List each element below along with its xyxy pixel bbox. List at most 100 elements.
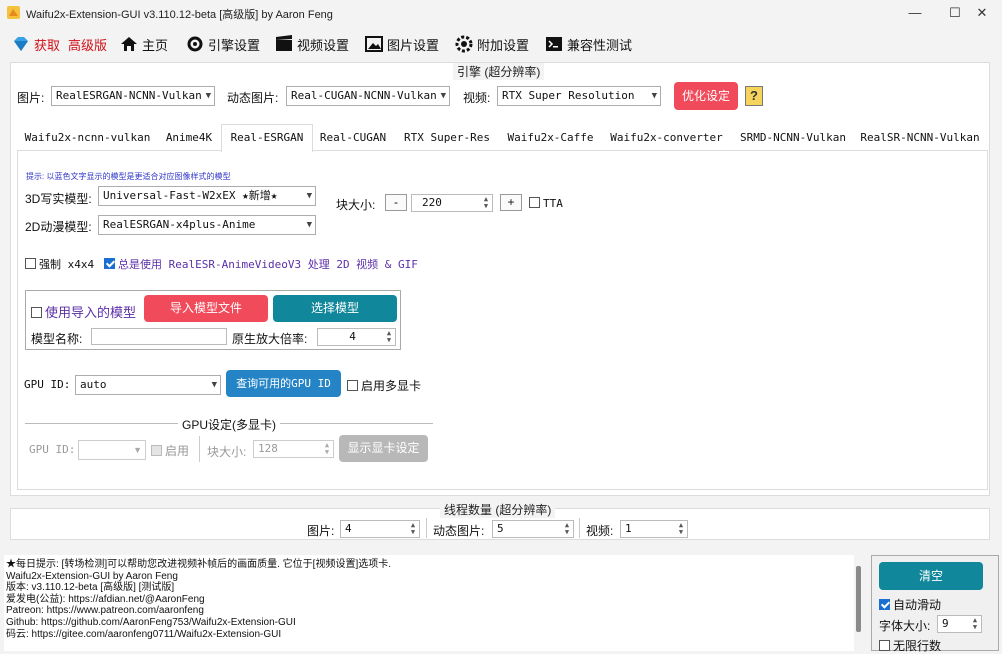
log-line: ★每日提示: [转场检测]可以帮助您改进视频补帧后的画面质量. 它位于[视频设置… <box>6 559 392 570</box>
threads-image-label: 图片: <box>307 524 335 538</box>
close-button[interactable]: ✕ <box>962 3 1002 23</box>
video-engine-label: 视频: <box>463 91 491 105</box>
clear-log-button[interactable]: 清空 <box>879 562 983 590</box>
mg-enable-checkbox[interactable]: 启用 <box>151 442 189 459</box>
autoscroll-checkbox[interactable]: 自动滑动 <box>879 596 941 613</box>
menu-image[interactable]: 图片设置 <box>365 32 439 56</box>
threads-title: 线程数量 (超分辨率) <box>440 501 556 518</box>
tta-checkbox[interactable]: TTA <box>529 197 563 210</box>
threads-video-value: 1 <box>625 522 632 535</box>
gpu-id-select[interactable]: auto ▼ <box>75 375 221 395</box>
spin-arrows-icon: ▲ ▼ <box>410 521 416 536</box>
menu-home[interactable]: 主页 <box>120 32 168 56</box>
always-checkbox-box <box>104 258 115 269</box>
gif-engine-select[interactable]: Real-CUGAN-NCNN-Vulkan ▼ <box>286 86 450 106</box>
tab-waifu2x-ncnn[interactable]: Waifu2x-ncnn-vulkan <box>18 128 157 150</box>
tab-real-cugan[interactable]: Real-CUGAN <box>314 128 392 150</box>
native-scale-spinbox[interactable]: 4 ▲ ▼ <box>317 328 396 346</box>
mg-tile-value: 128 <box>258 442 278 455</box>
tab-anime4k[interactable]: Anime4K <box>158 128 220 150</box>
gear-icon <box>455 35 473 53</box>
gpu-id-label: GPU ID: <box>24 378 71 391</box>
mg-show-button[interactable]: 显示显卡设定 <box>339 435 428 462</box>
mg-gpu-select[interactable]: ▼ <box>78 440 146 460</box>
log-scrollbar[interactable] <box>856 566 861 632</box>
mg-tile-spinbox[interactable]: 128 ▲ ▼ <box>253 440 334 458</box>
tile-size-spinbox[interactable]: 220 ▲ ▼ <box>411 194 493 212</box>
unlimited-box <box>879 640 890 651</box>
font-size-spinbox[interactable]: 9 ▲ ▼ <box>937 615 982 633</box>
model-hint: 提示: 以蓝色文字显示的模型是更适合对应图像样式的模型 <box>26 172 231 181</box>
get-label: 获取 <box>34 37 61 53</box>
mg-tile-label: 块大小: <box>207 445 247 459</box>
optimize-button[interactable]: 优化设定 <box>674 82 738 110</box>
model-3d-value: Universal-Fast-W2xEX ★新增★ <box>103 189 278 202</box>
log-output[interactable]: ★每日提示: [转场检测]可以帮助您改进视频补帧后的画面质量. 它位于[视频设置… <box>4 555 854 651</box>
image-engine-select[interactable]: RealESRGAN-NCNN-Vulkan ▼ <box>51 86 215 106</box>
model-2d-label: 2D动漫模型: <box>25 220 92 234</box>
multi-gpu-label: 启用多显卡 <box>361 379 422 393</box>
tile-minus-button[interactable]: - <box>385 194 407 211</box>
use-imported-box <box>31 307 42 318</box>
multi-gpu-box <box>347 380 358 391</box>
get-premium-button[interactable]: 获取 高级版 <box>12 32 107 56</box>
menu-engine[interactable]: 引擎设置 <box>186 32 260 56</box>
always-label: 总是使用 RealESR-AnimeVideoV3 处理 2D 视频 & GIF <box>118 258 418 271</box>
tile-plus-button[interactable]: + <box>500 194 522 211</box>
gif-engine-label: 动态图片: <box>227 91 279 105</box>
spin-arrows-icon: ▲ ▼ <box>678 521 684 536</box>
force-x4x4-checkbox[interactable]: 强制 x4x4 <box>25 256 94 272</box>
menu-video-label: 视频设置 <box>297 37 350 53</box>
model-name-input[interactable] <box>91 328 227 345</box>
font-size-label: 字体大小: <box>879 619 931 633</box>
tta-checkbox-box <box>529 197 540 208</box>
threads-image-value: 4 <box>345 522 352 535</box>
minimize-button[interactable]: — <box>895 3 935 23</box>
terminal-icon <box>546 37 562 51</box>
force-label: 强制 x4x4 <box>39 258 95 271</box>
video-engine-select[interactable]: RTX Super Resolution ▼ <box>497 86 661 106</box>
threads-video-spinbox[interactable]: 1 ▲ ▼ <box>620 520 688 538</box>
engine-group-title: 引擎 (超分辨率) <box>453 63 545 80</box>
always-animevideo-checkbox[interactable]: 总是使用 RealESR-AnimeVideoV3 处理 2D 视频 & GIF <box>104 256 418 272</box>
tab-realsr-ncnn[interactable]: RealSR-NCNN-Vulkan <box>853 128 987 150</box>
model-2d-select[interactable]: RealESRGAN-x4plus-Anime ▼ <box>98 215 316 235</box>
tab-waifu2x-converter[interactable]: Waifu2x-converter <box>600 128 733 150</box>
threads-gif-spinbox[interactable]: 5 ▲ ▼ <box>492 520 574 538</box>
autoscroll-box <box>879 599 890 610</box>
tile-size-label: 块大小: <box>336 198 376 212</box>
use-imported-checkbox[interactable]: 使用导入的模型 <box>31 302 136 321</box>
multi-gpu-group-title: GPU设定(多显卡) <box>178 416 280 433</box>
tab-srmd-ncnn[interactable]: SRMD-NCNN-Vulkan <box>734 128 852 150</box>
import-model-button[interactable]: 导入模型文件 <box>144 295 268 322</box>
spin-arrows-icon: ▲ ▼ <box>324 441 330 456</box>
tab-real-esrgan[interactable]: Real-ESRGAN <box>221 124 313 152</box>
select-model-button[interactable]: 选择模型 <box>273 295 397 322</box>
threads-gif-label: 动态图片: <box>433 524 485 538</box>
spin-arrows-icon: ▲ ▼ <box>483 195 489 210</box>
diamond-icon <box>14 37 28 51</box>
spin-arrows-icon: ▲ ▼ <box>386 329 392 344</box>
threads-image-spinbox[interactable]: 4 ▲ ▼ <box>340 520 420 538</box>
mg-enable-label: 启用 <box>165 444 190 458</box>
menu-compat[interactable]: 兼容性测试 <box>545 32 632 56</box>
multi-gpu-checkbox[interactable]: 启用多显卡 <box>347 377 421 394</box>
unlimited-lines-checkbox[interactable]: 无限行数 <box>879 637 941 654</box>
use-imported-label: 使用导入的模型 <box>45 305 137 320</box>
tab-rtx-super-res[interactable]: RTX Super-Res <box>393 128 501 150</box>
log-line: 码云: https://gitee.com/aaronfeng0711/Waif… <box>6 628 282 640</box>
query-gpu-button[interactable]: 查询可用的GPU ID <box>226 370 341 397</box>
log-line: 爱发电(公益): https://afdian.net/@AaronFeng <box>6 593 205 605</box>
font-size-value: 9 <box>942 617 949 630</box>
menu-extra[interactable]: 附加设置 <box>455 32 529 56</box>
menu-video[interactable]: 视频设置 <box>275 32 349 56</box>
image-engine-label: 图片: <box>17 91 45 105</box>
video-engine-value: RTX Super Resolution <box>502 89 635 102</box>
picture-icon <box>365 36 383 52</box>
film-icon <box>276 35 292 51</box>
gpu-id-value: auto <box>80 378 107 391</box>
home-icon <box>121 37 137 51</box>
tab-waifu2x-caffe[interactable]: Waifu2x-Caffe <box>502 128 599 150</box>
help-icon[interactable]: ? <box>745 86 763 106</box>
model-3d-select[interactable]: Universal-Fast-W2xEX ★新增★ ▼ <box>98 186 316 206</box>
